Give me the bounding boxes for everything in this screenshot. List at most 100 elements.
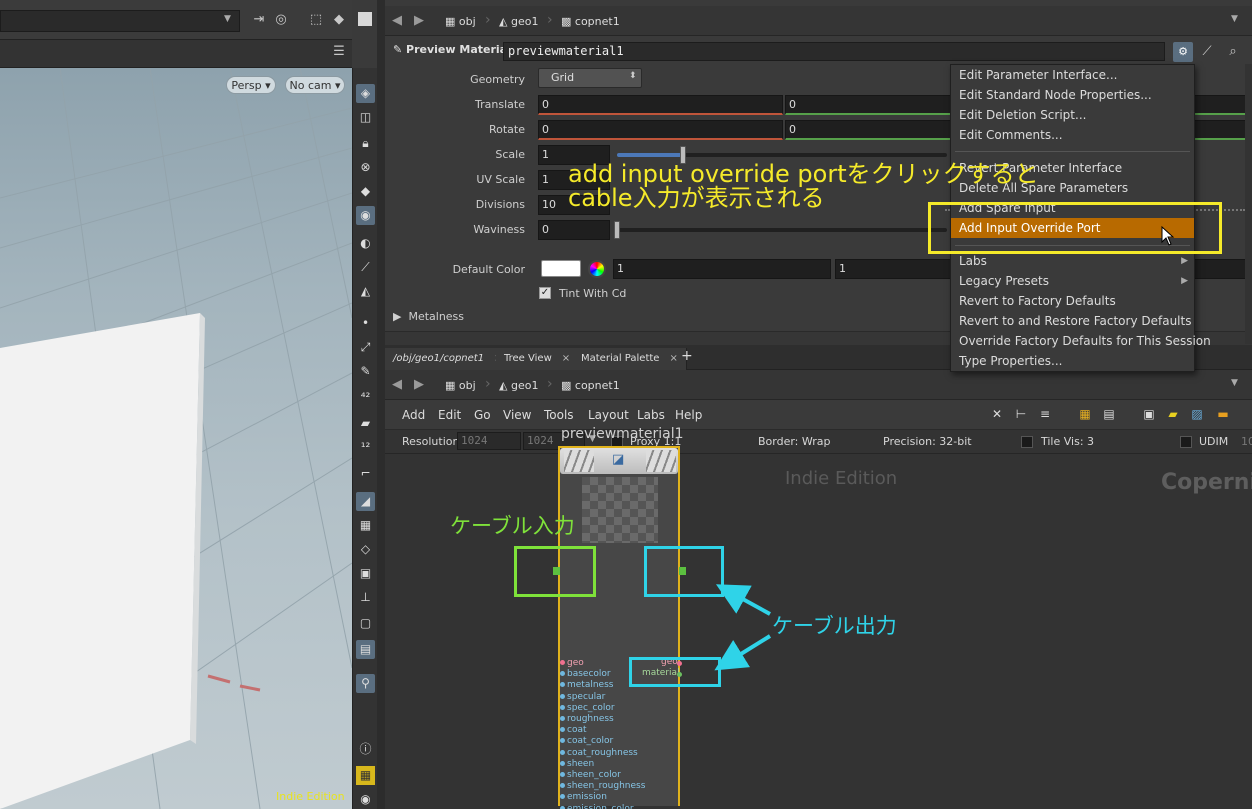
square-icon[interactable]: ▢: [356, 614, 375, 633]
viewport-dropdown[interactable]: [0, 10, 240, 32]
back-arrow-icon[interactable]: ◀: [389, 13, 405, 29]
diamond-icon[interactable]: ◇: [356, 540, 375, 559]
image-icon[interactable]: ▨: [1189, 406, 1205, 422]
forward-arrow-icon[interactable]: ▶: [411, 13, 427, 29]
color-swatch[interactable]: [541, 260, 581, 277]
input-port-dot[interactable]: [560, 660, 565, 665]
image-icon[interactable]: ▤: [356, 640, 375, 659]
box-icon[interactable]: ▬: [1215, 406, 1231, 422]
waviness-slider-knob[interactable]: [614, 221, 620, 239]
ghost-icon[interactable]: ◫: [356, 108, 375, 127]
input-port-dot[interactable]: [560, 716, 565, 721]
note-icon[interactable]: ▰: [1165, 406, 1181, 422]
menu-edit-comments[interactable]: Edit Comments...: [951, 125, 1194, 145]
input-port-dot[interactable]: [560, 760, 565, 766]
menu-edit-deletion-script[interactable]: Edit Deletion Script...: [951, 105, 1194, 125]
chevron-down-icon[interactable]: ▼: [224, 14, 236, 26]
axis-icon[interactable]: ⊥: [356, 588, 375, 607]
breadcrumb-copnet1[interactable]: ▩ copnet1: [561, 13, 620, 31]
menu-revert-factory-defaults[interactable]: Revert to Factory Defaults: [951, 291, 1194, 311]
corner-icon[interactable]: ⌐: [356, 464, 375, 483]
numbers-icon[interactable]: ¹²: [356, 438, 375, 457]
breadcrumb-geo1[interactable]: ◭ geo1: [499, 377, 538, 395]
menu-edit-parameter-interface[interactable]: Edit Parameter Interface...: [951, 65, 1194, 85]
numbers-icon[interactable]: ⁴²: [356, 388, 375, 407]
menu-edit-standard-node-properties[interactable]: Edit Standard Node Properties...: [951, 85, 1194, 105]
pane-splitter[interactable]: [377, 0, 385, 809]
panel-icon[interactable]: ▣: [1141, 406, 1157, 422]
search-icon[interactable]: ⌕: [1223, 42, 1243, 62]
input-port-dot[interactable]: [560, 772, 565, 777]
table-icon[interactable]: ▤: [1101, 406, 1117, 422]
metalness-folder[interactable]: ▶ Metalness: [393, 310, 464, 323]
perspective-menu[interactable]: Persp ▾: [226, 76, 276, 94]
chevron-down-icon[interactable]: ▼: [1231, 378, 1238, 388]
menu-add[interactable]: Add: [402, 408, 425, 422]
camera-menu[interactable]: No cam ▾: [285, 76, 345, 94]
geometry-select[interactable]: Grid: [538, 68, 642, 88]
translate-x-field[interactable]: 0: [538, 95, 783, 115]
stop-icon[interactable]: [358, 12, 372, 26]
tab-tree-view[interactable]: Tree View ×: [496, 348, 580, 370]
param-scrollbar[interactable]: [1245, 64, 1252, 344]
select-mode-icon[interactable]: ◈: [356, 84, 375, 103]
grid-icon[interactable]: ▦: [1077, 406, 1093, 422]
chip-icon[interactable]: ▣: [356, 564, 375, 583]
scene-viewport[interactable]: ▼ ⇥ ◎ ⬚ ◆ ☰ Persp ▾ No cam ▾ Indie Editi…: [0, 0, 352, 809]
target-icon[interactable]: ◎: [272, 12, 290, 28]
bend-icon[interactable]: ⤢: [356, 338, 375, 357]
menu-help[interactable]: Help: [675, 408, 702, 422]
tab-material-palette[interactable]: Material Palette ×: [573, 348, 687, 370]
cube-icon[interactable]: ⬚: [307, 12, 325, 28]
node-name-field[interactable]: previewmaterial1: [503, 42, 1165, 61]
node-header[interactable]: ◪: [560, 448, 678, 474]
close-icon[interactable]: ×: [669, 353, 677, 364]
viewport-scene[interactable]: Persp ▾ No cam ▾ Indie Edition: [0, 68, 352, 809]
input-port-dot[interactable]: [560, 704, 565, 710]
wrench-icon[interactable]: ✕: [989, 406, 1005, 422]
paint-icon[interactable]: ▰: [356, 414, 375, 433]
lock-icon[interactable]: 🔒︎: [356, 134, 375, 153]
scale-slider[interactable]: [617, 153, 947, 157]
input-port-dot[interactable]: [560, 693, 565, 699]
menu-revert-restore-factory-defaults[interactable]: Revert to and Restore Factory Defaults: [951, 311, 1194, 331]
menu-edit[interactable]: Edit: [438, 408, 461, 422]
bg-icon[interactable]: ◢: [356, 492, 375, 511]
marker-icon[interactable]: ⚲: [356, 674, 375, 693]
udim-checkbox[interactable]: [1180, 436, 1192, 448]
tree-icon[interactable]: ⊢: [1013, 406, 1029, 422]
menu-labs[interactable]: Labs ▶: [951, 251, 1194, 271]
brush-icon[interactable]: ⟋: [1197, 42, 1217, 62]
breadcrumb-obj[interactable]: ▦ obj: [445, 13, 476, 31]
forward-arrow-icon[interactable]: ▶: [411, 377, 427, 393]
breadcrumb-geo1[interactable]: ◭ geo1: [499, 13, 538, 31]
tab-network[interactable]: /obj/geo1/copnet1×: [385, 348, 512, 370]
menu-labs[interactable]: Labs: [637, 408, 665, 422]
precision-label[interactable]: Precision: 32-bit: [883, 435, 972, 448]
checker-icon[interactable]: ▦: [356, 516, 375, 535]
list-icon[interactable]: ≡: [1037, 406, 1053, 422]
menu-layout[interactable]: Layout: [588, 408, 629, 422]
pin-icon[interactable]: ⇥: [250, 12, 268, 28]
camera-icon[interactable]: ◭: [356, 282, 375, 301]
resolution-x-field[interactable]: 1024: [457, 432, 521, 450]
udim-field[interactable]: 10: [1241, 435, 1252, 448]
snap-icon[interactable]: ⊗: [356, 158, 375, 177]
menu-go[interactable]: Go: [474, 408, 491, 422]
menu-override-factory-defaults[interactable]: Override Factory Defaults for This Sessi…: [951, 331, 1211, 351]
waviness-field[interactable]: 0: [538, 220, 610, 240]
display-options-icon[interactable]: ☰: [330, 44, 348, 60]
breadcrumb-copnet1[interactable]: ▩ copnet1: [561, 377, 620, 395]
brush-icon[interactable]: ✎: [356, 362, 375, 381]
input-port-dot[interactable]: [560, 749, 565, 755]
breadcrumb-obj[interactable]: ▦ obj: [445, 377, 476, 395]
tint-checkbox[interactable]: ✓: [539, 287, 551, 299]
menu-legacy-presets[interactable]: Legacy Presets ▶: [951, 271, 1194, 291]
tile-vis-checkbox[interactable]: [1021, 436, 1033, 448]
rotate-x-field[interactable]: 0: [538, 120, 783, 140]
wire-icon[interactable]: ⟋: [356, 258, 375, 277]
color-r-field[interactable]: 1: [613, 259, 831, 279]
info-icon[interactable]: ⓘ: [356, 740, 375, 759]
grid-layout-icon[interactable]: ▦: [356, 766, 375, 785]
render-icon[interactable]: ◐: [356, 234, 375, 253]
